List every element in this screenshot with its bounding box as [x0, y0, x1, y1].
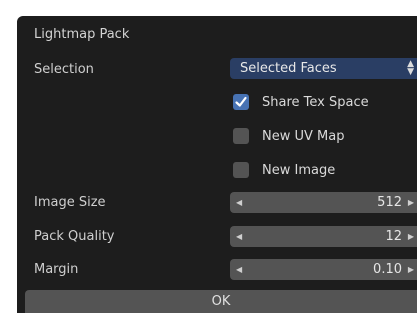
image-size-value: 512 [377, 195, 402, 210]
selection-value: Selected Faces [240, 61, 337, 76]
dialog-title: Lightmap Pack [34, 27, 130, 42]
new-image-checkbox[interactable]: New Image [233, 161, 335, 179]
increment-arrow-icon[interactable]: ▶ [408, 192, 414, 213]
increment-arrow-icon[interactable]: ▶ [408, 226, 414, 247]
margin-field[interactable]: ◀ 0.10 ▶ [230, 259, 417, 280]
checkbox-box [233, 162, 249, 178]
decrement-arrow-icon[interactable]: ◀ [236, 226, 242, 247]
decrement-arrow-icon[interactable]: ◀ [236, 259, 242, 280]
image-size-label: Image Size [34, 195, 106, 210]
image-size-field[interactable]: ◀ 512 ▶ [230, 192, 417, 213]
new-uv-map-checkbox[interactable]: New UV Map [233, 127, 344, 145]
share-tex-space-checkbox[interactable]: Share Tex Space [233, 93, 369, 111]
share-tex-space-label: Share Tex Space [262, 94, 369, 110]
lightmap-pack-dialog: Lightmap Pack Selection Selected Faces ▲… [17, 16, 417, 313]
selection-label: Selection [34, 62, 94, 77]
updown-arrows-icon: ▲ ▼ [407, 59, 414, 77]
checkbox-box [233, 128, 249, 144]
ok-button[interactable]: OK [25, 290, 417, 313]
pack-quality-value: 12 [385, 229, 402, 244]
new-image-label: New Image [262, 162, 336, 178]
margin-label: Margin [34, 262, 79, 277]
increment-arrow-icon[interactable]: ▶ [408, 259, 414, 280]
selection-dropdown[interactable]: Selected Faces ▲ ▼ [230, 58, 417, 79]
pack-quality-label: Pack Quality [34, 229, 115, 244]
decrement-arrow-icon[interactable]: ◀ [236, 192, 242, 213]
new-uv-map-label: New UV Map [262, 128, 345, 144]
pack-quality-field[interactable]: ◀ 12 ▶ [230, 226, 417, 247]
checkmark-icon [233, 94, 249, 110]
margin-value: 0.10 [373, 262, 402, 277]
